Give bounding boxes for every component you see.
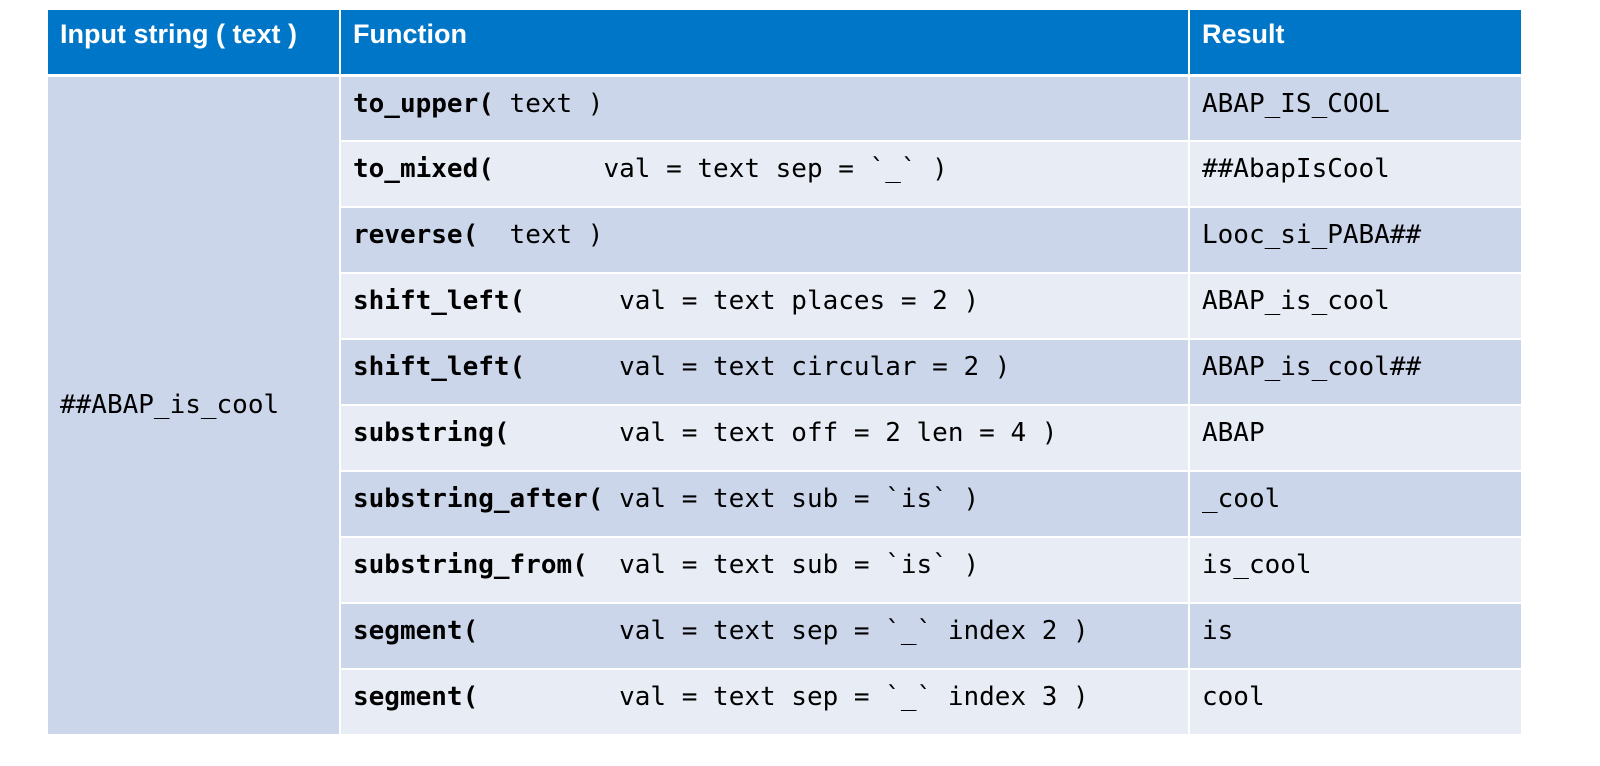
table-header: Input string ( text ) Function Result (48, 10, 1521, 77)
function-name: to_mixed( (353, 154, 494, 184)
function-name: reverse( (353, 220, 479, 250)
function-name: shift_left( (353, 352, 526, 382)
function-cell: segment( val = text sep = `_` index 3 ) (340, 669, 1190, 736)
function-name: substring_after( (353, 484, 604, 514)
result-cell: ABAP (1189, 405, 1521, 472)
result-cell: is_cool (1189, 537, 1521, 604)
result-cell: cool (1189, 669, 1521, 736)
function-cell: substring_from( val = text sub = `is` ) (340, 537, 1190, 604)
result-cell: is (1189, 603, 1521, 670)
input-string-cell: ##ABAP_is_cool (48, 75, 341, 736)
function-cell: shift_left( val = text circular = 2 ) (340, 339, 1190, 406)
function-name: substring_from( (353, 550, 588, 580)
header-function: Function (340, 10, 1190, 77)
function-name: substring( (353, 418, 510, 448)
function-cell: reverse( text ) (340, 207, 1190, 274)
function-args: text ) (478, 220, 604, 250)
function-args: text ) (493, 88, 604, 119)
function-cell: substring( val = text off = 2 len = 4 ) (340, 405, 1190, 472)
function-name: shift_left( (353, 286, 526, 316)
function-args: val = text sub = `is` ) (603, 484, 980, 514)
result-cell: ##AbapIsCool (1189, 141, 1521, 208)
function-cell: to_mixed( val = text sep = `_` ) (340, 141, 1190, 208)
function-args: val = text circular = 2 ) (525, 352, 1011, 382)
result-cell: ABAP_is_cool (1189, 273, 1521, 340)
result-cell: Looc_si_PABA## (1189, 207, 1521, 274)
string-functions-table: Input string ( text ) Function Result ##… (48, 10, 1521, 736)
header-input-string: Input string ( text ) (48, 10, 341, 77)
function-cell: to_upper( text ) (340, 75, 1190, 142)
function-args: val = text off = 2 len = 4 ) (509, 418, 1058, 448)
function-args: val = text sep = `_` index 3 ) (478, 682, 1089, 712)
function-cell: shift_left( val = text places = 2 ) (340, 273, 1190, 340)
header-result: Result (1189, 10, 1521, 77)
result-cell: ABAP_is_cool## (1189, 339, 1521, 406)
result-cell: _cool (1189, 471, 1521, 538)
table-body: ##ABAP_is_cool to_upper( text ) ABAP_IS_… (48, 75, 1521, 736)
table-row: ##ABAP_is_cool to_upper( text ) ABAP_IS_… (48, 75, 1521, 736)
function-args: val = text places = 2 ) (525, 286, 980, 316)
function-args: val = text sep = `_` ) (493, 154, 948, 184)
function-cell: segment( val = text sep = `_` index 2 ) (340, 603, 1190, 670)
function-name: to_upper( (353, 88, 494, 119)
function-name: segment( (353, 616, 479, 646)
function-name: segment( (353, 682, 479, 712)
header-row: Input string ( text ) Function Result (48, 10, 1521, 77)
function-args: val = text sub = `is` ) (587, 550, 980, 580)
result-cell: ABAP_IS_COOL (1189, 75, 1521, 142)
function-cell: substring_after( val = text sub = `is` ) (340, 471, 1190, 538)
function-args: val = text sep = `_` index 2 ) (478, 616, 1089, 646)
